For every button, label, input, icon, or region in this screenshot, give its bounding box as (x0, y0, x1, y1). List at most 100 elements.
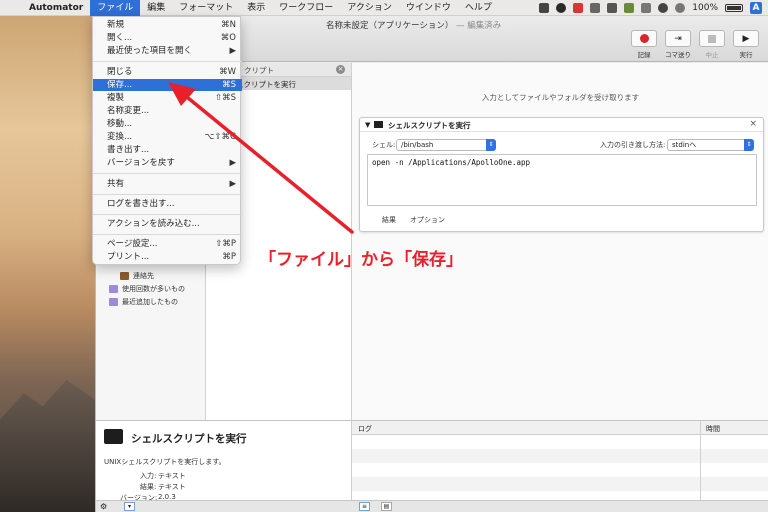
time-column-header[interactable]: 時間 (706, 424, 720, 434)
menu-workflow[interactable]: ワークフロー (272, 0, 340, 16)
status-green-icon[interactable] (624, 3, 635, 13)
step-label: コマ送り (665, 51, 691, 59)
stop-label: 中止 (705, 51, 719, 59)
shell-select[interactable]: /bin/bash ⇕ (396, 139, 496, 151)
pass-input-label: 入力の引き渡し方法: (600, 141, 666, 149)
chevron-updown-icon: ⇕ (744, 139, 754, 151)
menu-item-save[interactable]: 保存... ⌘S (93, 79, 242, 91)
status-app-icon[interactable] (539, 3, 550, 13)
workflow-input-message: 入力としてファイルやフォルダを受け取ります (481, 93, 640, 102)
menu-item-close[interactable]: 閉じる ⌘W (93, 66, 242, 78)
pass-input-select[interactable]: stdinへ ⇕ (667, 139, 754, 151)
split-view-icon[interactable]: ▤ (381, 502, 392, 511)
options-tab[interactable]: オプション (410, 215, 445, 225)
line-icon[interactable] (556, 3, 567, 13)
run-button[interactable]: ▶ 実行 (731, 30, 761, 59)
command-icon[interactable] (607, 3, 618, 13)
status-red-icon[interactable] (573, 3, 584, 13)
stop-button[interactable]: 中止 (697, 30, 727, 59)
menu-item-open-recent[interactable]: 最近使った項目を開く ▶ (93, 45, 242, 57)
step-icon: ⇥ (674, 33, 682, 44)
menu-format[interactable]: フォーマット (172, 0, 240, 16)
close-action-icon[interactable]: × (749, 119, 757, 129)
log-column-header[interactable]: ログ (358, 424, 372, 434)
menu-item-label: プリント... (107, 252, 150, 262)
clear-search-icon[interactable]: × (336, 65, 345, 74)
menu-action[interactable]: アクション (340, 0, 399, 16)
result-label: 結果: (140, 483, 157, 491)
input-value: テキスト (158, 472, 186, 480)
menu-item-new[interactable]: 新規 ⌘N (93, 19, 242, 31)
menu-item-convert[interactable]: 変換... ⌥⇧⌘C (93, 131, 242, 143)
menu-item-label: 保存... (107, 80, 133, 90)
menu-shortcut: ⌘S (222, 80, 236, 90)
menu-item-open[interactable]: 開く... ⌘O (93, 32, 242, 44)
list-view-icon[interactable]: ≡ (359, 502, 370, 511)
action-header: ▼ シェルスクリプトを実行 × (360, 118, 763, 132)
menu-item-rename[interactable]: 名称変更... (93, 105, 242, 117)
menu-shortcut: ⌘W (219, 67, 236, 77)
status-grid-icon[interactable] (590, 3, 601, 13)
menu-item-label: 書き出す... (107, 145, 150, 155)
menu-separator (93, 234, 242, 235)
menu-edit[interactable]: 編集 (140, 0, 172, 16)
results-tab[interactable]: 結果 (382, 215, 396, 225)
search-text: クリプト (244, 66, 274, 75)
wifi-icon[interactable] (658, 3, 669, 13)
library-item-recent[interactable]: 最近追加したもの (109, 297, 178, 307)
status-gray-icon[interactable] (641, 3, 652, 13)
battery-icon[interactable] (725, 4, 743, 12)
step-button[interactable]: ⇥ コマ送り (663, 30, 693, 59)
menu-item-print[interactable]: プリント... ⌘P (93, 251, 242, 263)
chevron-updown-icon: ⇕ (486, 139, 496, 151)
column-divider (700, 421, 701, 501)
menu-item-move[interactable]: 移動... (93, 118, 242, 130)
menu-window[interactable]: ウインドウ (399, 0, 458, 16)
toolbar: 記録 ⇥ コマ送り 中止 ▶ 実行 (629, 30, 761, 59)
menu-item-import-actions[interactable]: アクションを読み込む... (93, 218, 242, 230)
disclosure-triangle-icon[interactable]: ▼ (365, 121, 370, 129)
description-text: UNIXシェルスクリプトを実行します。 (104, 458, 226, 466)
record-label: 記録 (637, 51, 651, 59)
menu-item-share[interactable]: 共有 ▶ (93, 178, 242, 190)
clock-icon[interactable] (675, 3, 686, 13)
menu-bar: Automator ファイル 編集 フォーマット 表示 ワークフロー アクション… (0, 0, 768, 16)
input-source-icon[interactable]: A (750, 2, 762, 14)
menu-item-export[interactable]: 書き出す... (93, 144, 242, 156)
menu-separator (93, 214, 242, 215)
menu-item-export-log[interactable]: ログを書き出す... (93, 198, 242, 210)
library-item-contacts[interactable]: 連絡先 (120, 271, 154, 281)
submenu-arrow-icon: ▶ (229, 158, 236, 168)
menu-item-label: ログを書き出す... (107, 199, 175, 209)
menu-item-label: アクションを読み込む... (107, 219, 200, 229)
menu-item-label: 移動... (107, 119, 133, 129)
window-title-status: — 編集済み (456, 21, 502, 31)
menu-item-page-setup[interactable]: ページ設定... ⇧⌘P (93, 238, 242, 250)
menu-app-name[interactable]: Automator (22, 0, 90, 16)
menu-view[interactable]: 表示 (240, 0, 272, 16)
menu-file[interactable]: ファイル (90, 0, 141, 16)
library-item-most-used[interactable]: 使用回数が多いもの (109, 284, 185, 294)
menu-item-label: 変換... (107, 132, 133, 142)
menu-item-revert[interactable]: バージョンを戻す ▶ (93, 157, 242, 169)
menu-item-label: 開く... (107, 33, 133, 43)
apple-menu-icon[interactable] (0, 0, 22, 16)
terminal-icon (104, 429, 123, 444)
menu-help[interactable]: ヘルプ (458, 0, 499, 16)
record-button[interactable]: 記録 (629, 30, 659, 59)
menu-shortcut: ⇧⌘S (214, 93, 236, 103)
description-title: シェルスクリプトを実行 (131, 433, 247, 445)
status-area: 100% A (539, 0, 762, 16)
menu-item-label: 最近使った項目を開く (107, 46, 193, 56)
run-icon: ▶ (742, 33, 750, 44)
script-editor[interactable]: open -n /Applications/ApolloOne.app (367, 154, 757, 206)
action-title: シェルスクリプトを実行 (388, 121, 471, 130)
library-item-label: 使用回数が多いもの (122, 285, 185, 293)
gear-icon[interactable]: ⚙ (100, 502, 107, 511)
menu-item-duplicate[interactable]: 複製 ⇧⌘S (93, 92, 242, 104)
library-item-label: 連絡先 (133, 272, 154, 280)
submenu-arrow-icon: ▶ (229, 179, 236, 189)
collapse-icon[interactable]: ▾ (124, 502, 135, 511)
stop-icon (708, 34, 716, 43)
menu-item-label: 名称変更... (107, 106, 150, 116)
